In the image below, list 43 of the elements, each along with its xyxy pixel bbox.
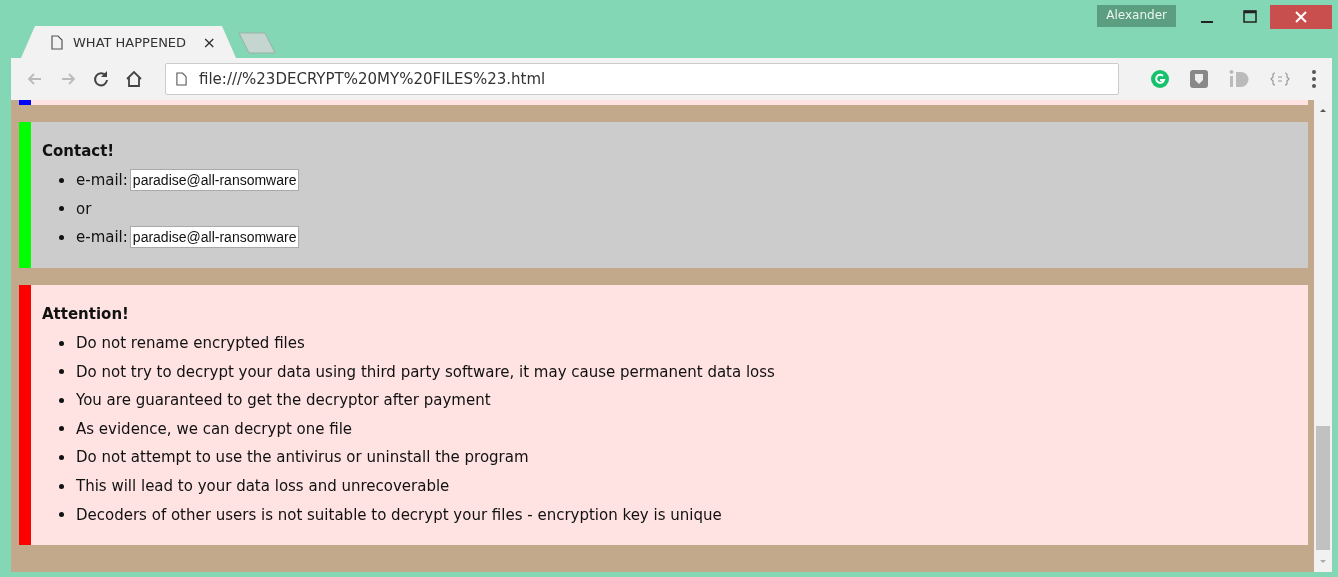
email-label: e-mail: bbox=[76, 228, 128, 247]
braces-icon[interactable] bbox=[1269, 69, 1291, 89]
list-item: Do not try to decrypt your data using third party software, it may cause permanent data loss bbox=[76, 362, 775, 381]
scroll-down-icon[interactable] bbox=[1318, 558, 1328, 566]
menu-icon[interactable] bbox=[1310, 69, 1318, 89]
scrollbar-thumb[interactable] bbox=[1316, 426, 1330, 550]
tab-title: WHAT HAPPENED bbox=[73, 34, 188, 50]
email-field[interactable]: paradise@all-ransomware bbox=[129, 169, 300, 192]
bullet-icon bbox=[59, 177, 64, 183]
home-icon[interactable] bbox=[124, 69, 144, 89]
page-icon bbox=[51, 34, 63, 50]
close-button[interactable] bbox=[1270, 5, 1332, 29]
email-label: e-mail: bbox=[76, 171, 128, 190]
panel-heading: Attention! bbox=[42, 304, 130, 323]
list-item: Do not rename encrypted files bbox=[76, 334, 305, 353]
shield-icon[interactable] bbox=[1189, 69, 1209, 89]
bullet-icon bbox=[59, 340, 64, 346]
tab-close-button[interactable]: × bbox=[202, 32, 216, 52]
bullet-icon bbox=[59, 454, 64, 460]
list-item: Do not attempt to use the antivirus or uninstall the program bbox=[76, 448, 529, 467]
list-item: Decoders of other users is not suitable to decrypt your files - encryption key is unique bbox=[76, 505, 722, 524]
list-item: or bbox=[76, 199, 92, 218]
list-item: You are guaranteed to get the decryptor after payment bbox=[76, 391, 491, 410]
bullet-icon bbox=[59, 235, 64, 240]
new-tab-button[interactable] bbox=[238, 32, 276, 54]
list-item: This will lead to your data loss and unrecoverable bbox=[76, 477, 450, 496]
extension-icon[interactable] bbox=[1228, 69, 1250, 89]
bullet-icon bbox=[59, 369, 64, 375]
panel-heading: Contact! bbox=[42, 142, 116, 160]
list-item: As evidence, we can decrypt one file bbox=[76, 419, 353, 438]
scroll-up-icon[interactable] bbox=[1318, 106, 1328, 114]
circle-g-icon[interactable] bbox=[1150, 69, 1170, 89]
page-icon bbox=[176, 72, 187, 86]
email-field[interactable]: paradise@all-ransomware bbox=[129, 226, 300, 249]
bullet-icon bbox=[59, 483, 64, 489]
address-field[interactable]: file:///%23DECRYPT%20MY%20FILES%23.html bbox=[165, 63, 1119, 95]
bullet-icon bbox=[59, 426, 64, 432]
scrollbar[interactable] bbox=[1314, 100, 1332, 572]
bullet-icon bbox=[59, 397, 64, 403]
reload-icon[interactable] bbox=[91, 69, 111, 89]
bullet-icon bbox=[59, 512, 64, 518]
bullet-icon bbox=[59, 206, 64, 212]
browser-tab[interactable]: WHAT HAPPENED × bbox=[21, 26, 236, 58]
